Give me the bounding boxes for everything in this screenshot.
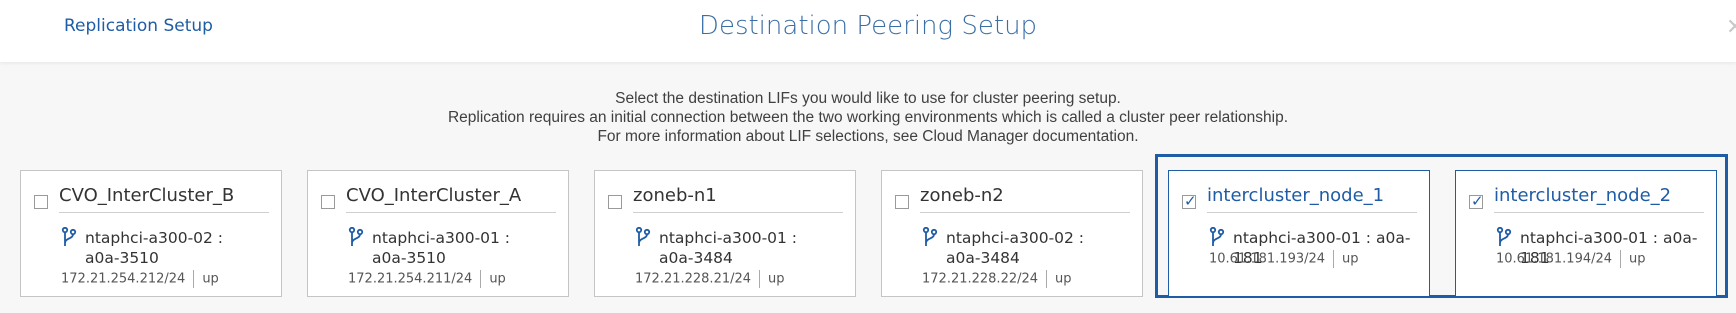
lif-node-line-2: a0a-3484: [946, 249, 1020, 267]
divider: [1207, 212, 1417, 213]
lif-status: up: [489, 271, 506, 287]
lif-name: zoneb-n1: [633, 185, 717, 206]
network-fork-icon: [348, 227, 364, 246]
lif-name: CVO_InterCluster_B: [59, 185, 235, 206]
lif-address: 10.61.181.194/24 up: [1496, 250, 1646, 268]
lif-checkbox[interactable]: [34, 195, 48, 209]
lif-card-zoneb-n2[interactable]: zoneb-n2 ntaphci-a300-02 : a0a-3484 172.…: [881, 170, 1143, 297]
lif-node-line-1: ntaphci-a300-02 :: [946, 229, 1085, 247]
lif-status: up: [768, 271, 785, 287]
lif-card-cvo-intercluster-a[interactable]: CVO_InterCluster_A ntaphci-a300-01 : a0a…: [307, 170, 569, 297]
lif-node-line-2: a0a-3484: [659, 249, 733, 267]
lif-address: 172.21.254.212/24 up: [61, 270, 219, 288]
lif-checkbox-checked[interactable]: ✓: [1469, 192, 1484, 210]
separator: [759, 270, 761, 288]
lif-address: 172.21.254.211/24 up: [348, 270, 506, 288]
lif-node-line-1: ntaphci-a300-02 :: [85, 229, 224, 247]
lif-node-line-2: a0a-3510: [85, 249, 159, 267]
network-fork-icon: [1496, 227, 1512, 246]
lif-ip: 10.61.181.193/24: [1209, 251, 1326, 267]
lif-node: ntaphci-a300-01 : a0a-3510: [372, 228, 510, 268]
lif-node: ntaphci-a300-02 : a0a-3484: [946, 228, 1084, 268]
lif-checkbox[interactable]: [895, 195, 909, 209]
lif-ip: 172.21.254.212/24: [61, 271, 186, 287]
top-bar: Replication Setup Destination Peering Se…: [0, 0, 1736, 62]
lif-address: 10.61.181.193/24 up: [1209, 250, 1359, 268]
network-fork-icon: [61, 227, 77, 246]
lif-node-line-1: ntaphci-a300-01 :: [659, 229, 798, 247]
separator: [1333, 250, 1335, 268]
lif-checkbox[interactable]: [321, 195, 335, 209]
page-title: Destination Peering Setup: [698, 11, 1038, 41]
lif-card-zoneb-n1[interactable]: zoneb-n1 ntaphci-a300-01 : a0a-3484 172.…: [594, 170, 856, 297]
intro-text: Select the destination LIFs you would li…: [0, 89, 1736, 146]
lif-ip: 172.21.228.21/24: [635, 271, 752, 287]
network-fork-icon: [635, 227, 651, 246]
intro-line-1: Select the destination LIFs you would li…: [615, 90, 1121, 107]
divider: [59, 212, 269, 213]
lif-checkbox-checked[interactable]: ✓: [1182, 192, 1197, 210]
divider: [920, 212, 1130, 213]
lif-status: up: [202, 271, 219, 287]
intro-line-2: Replication requires an initial connecti…: [447, 109, 1289, 126]
network-fork-icon: [1209, 227, 1225, 246]
separator: [193, 270, 195, 288]
divider: [346, 212, 556, 213]
network-fork-icon: [922, 227, 938, 246]
lif-status: up: [1055, 271, 1072, 287]
lif-checkbox[interactable]: [608, 195, 622, 209]
divider: [1494, 212, 1704, 213]
separator: [1046, 270, 1048, 288]
lif-status: up: [1629, 251, 1646, 267]
lif-node: ntaphci-a300-01 : a0a-3484: [659, 228, 797, 268]
separator: [1620, 250, 1622, 268]
lif-ip: 172.21.254.211/24: [348, 271, 473, 287]
lif-node: ntaphci-a300-02 : a0a-3510: [85, 228, 223, 268]
divider: [633, 212, 843, 213]
lif-card-intercluster-node-1[interactable]: ✓ intercluster_node_1 ntaphci-a300-01 : …: [1168, 170, 1430, 297]
lif-card-intercluster-node-2[interactable]: ✓ intercluster_node_2 ntaphci-a300-01 : …: [1455, 170, 1717, 297]
lif-ip: 10.61.181.194/24: [1496, 251, 1613, 267]
lif-name: intercluster_node_2: [1494, 185, 1672, 206]
lif-address: 172.21.228.22/24 up: [922, 270, 1072, 288]
lif-node-line-1: ntaphci-a300-01 :: [372, 229, 511, 247]
lif-name: intercluster_node_1: [1207, 185, 1385, 206]
lif-status: up: [1342, 251, 1359, 267]
lif-ip: 172.21.228.22/24: [922, 271, 1039, 287]
intro-line-3: For more information about LIF selection…: [597, 128, 1139, 145]
check-icon: ✓: [1184, 192, 1197, 210]
lif-node-line-2: a0a-3510: [372, 249, 446, 267]
lif-card-cvo-intercluster-b[interactable]: CVO_InterCluster_B ntaphci-a300-02 : a0a…: [20, 170, 282, 297]
lif-address: 172.21.228.21/24 up: [635, 270, 785, 288]
separator: [480, 270, 482, 288]
check-icon: ✓: [1471, 192, 1484, 210]
lif-name: CVO_InterCluster_A: [346, 185, 522, 206]
close-icon[interactable]: ✕: [1726, 14, 1736, 40]
lif-name: zoneb-n2: [920, 185, 1004, 206]
